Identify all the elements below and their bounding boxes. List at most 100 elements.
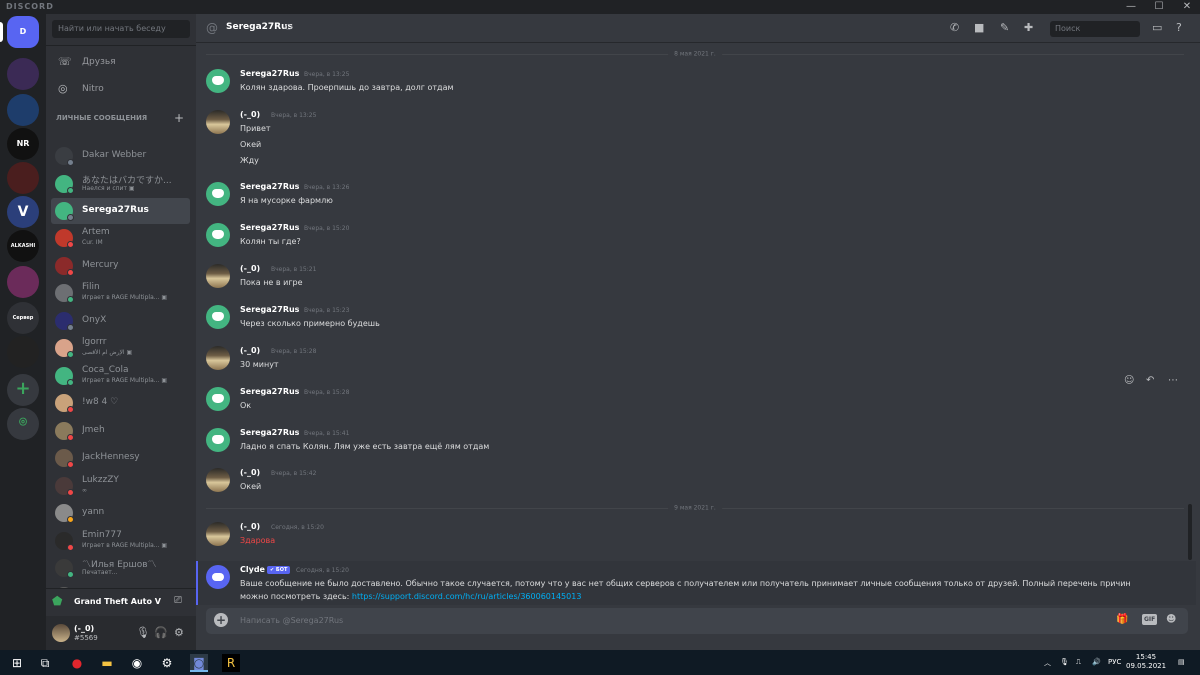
microphone-tray-icon[interactable]: 🎙: [1060, 658, 1069, 666]
more-icon[interactable]: ⋯: [1168, 375, 1178, 386]
add-server-button[interactable]: +: [7, 374, 39, 406]
dm-item[interactable]: yann: [51, 500, 190, 526]
support-link[interactable]: https://support.discord.com/hc/ru/articl…: [352, 592, 582, 601]
voice-call-icon[interactable]: ✆: [950, 21, 959, 34]
gif-button[interactable]: GIF: [1142, 614, 1158, 625]
message-text: можно посмотреть здесь: https://support.…: [240, 592, 582, 601]
help-icon[interactable]: ?: [1176, 21, 1182, 34]
add-reaction-icon[interactable]: ☺: [1124, 375, 1134, 386]
add-friend-icon[interactable]: ✚: [1024, 21, 1033, 34]
server-icon[interactable]: NR: [7, 128, 39, 160]
server-icon[interactable]: [7, 162, 39, 194]
dm-item[interactable]: !w8 4 ♡: [51, 390, 190, 416]
settings-icon[interactable]: ⚙: [158, 654, 176, 672]
rage-mp-icon[interactable]: R: [222, 654, 240, 672]
dm-item[interactable]: Dakar Webber: [51, 143, 190, 169]
dm-item[interactable]: Jmeh: [51, 418, 190, 444]
avatar[interactable]: [206, 182, 230, 206]
emoji-icon[interactable]: ☻: [1166, 614, 1176, 625]
nitro-nav[interactable]: ◎ Nitro: [54, 78, 190, 100]
server-icon[interactable]: ALKASHI: [7, 230, 39, 262]
home-button[interactable]: D: [7, 16, 39, 48]
reply-icon[interactable]: ↶: [1146, 375, 1154, 386]
status-indicator: [67, 571, 74, 578]
explore-servers-button[interactable]: ⌾: [7, 408, 39, 440]
avatar[interactable]: [206, 387, 230, 411]
dm-item[interactable]: Filin Играет в RAGE Multipla... ▣: [51, 280, 190, 306]
headphones-icon[interactable]: 🎧: [154, 626, 168, 639]
dm-item[interactable]: 〽Илья Ершов〽 Печатает...: [51, 555, 190, 581]
dm-activity: الإرض ام الأقصى ▣: [82, 349, 133, 356]
language-indicator[interactable]: РУС: [1108, 658, 1121, 666]
settings-gear-icon[interactable]: ⚙: [174, 626, 184, 639]
friends-nav[interactable]: ☏ Друзья: [54, 51, 190, 73]
message-author[interactable]: Serega27Rus: [240, 182, 299, 191]
tray-chevron-icon[interactable]: ︿: [1044, 658, 1051, 668]
avatar[interactable]: [206, 346, 230, 370]
opera-icon[interactable]: ●: [68, 654, 86, 672]
dm-item[interactable]: Artem Cur. IM: [51, 225, 190, 251]
minimize-button[interactable]: —: [1118, 0, 1144, 14]
scrollbar[interactable]: [1188, 504, 1192, 560]
message-author[interactable]: (-_0): [240, 522, 260, 531]
network-icon[interactable]: ⎍: [1076, 658, 1081, 667]
dm-activity: Играет в RAGE Multipla... ▣: [82, 294, 168, 301]
message-author[interactable]: Serega27Rus: [240, 223, 299, 232]
find-conversation-input[interactable]: Найти или начать беседу: [52, 20, 190, 38]
microphone-icon[interactable]: 🎙: [136, 626, 150, 639]
server-icon[interactable]: V: [7, 196, 39, 228]
server-icon[interactable]: [7, 58, 39, 90]
message-input[interactable]: Написать @Serega27Rus: [240, 616, 343, 625]
avatar[interactable]: [206, 522, 230, 546]
message-author[interactable]: Serega27Rus: [240, 428, 299, 437]
message-author[interactable]: Clyde: [240, 565, 265, 574]
avatar[interactable]: [206, 565, 230, 589]
discord-taskbar-icon[interactable]: ◙: [190, 654, 208, 672]
message-author[interactable]: Serega27Rus: [240, 387, 299, 396]
message-author[interactable]: Serega27Rus: [240, 69, 299, 78]
inbox-icon[interactable]: ▭: [1152, 21, 1162, 34]
pin-icon[interactable]: ✎: [1000, 21, 1009, 34]
dm-item[interactable]: JackHennesy: [51, 445, 190, 471]
task-view-icon[interactable]: ⧉: [36, 654, 54, 672]
dm-item[interactable]: OnyX: [51, 308, 190, 334]
message-author[interactable]: (-_0): [240, 346, 260, 355]
dm-item[interactable]: Serega27Rus: [51, 198, 190, 224]
avatar[interactable]: [206, 69, 230, 93]
notifications-icon[interactable]: ▤: [1178, 658, 1185, 666]
server-icon[interactable]: Сервер: [7, 302, 39, 334]
dm-item[interactable]: Mercury: [51, 253, 190, 279]
search-input[interactable]: Поиск: [1050, 21, 1140, 37]
avatar[interactable]: [206, 428, 230, 452]
dm-item[interactable]: Coca_Cola Играет в RAGE Multipla... ▣: [51, 363, 190, 389]
message-author[interactable]: (-_0): [240, 468, 260, 477]
upload-plus-icon[interactable]: +: [214, 613, 228, 627]
message-author[interactable]: (-_0): [240, 264, 260, 273]
gift-icon[interactable]: 🎁: [1116, 614, 1128, 625]
avatar[interactable]: [206, 223, 230, 247]
server-icon[interactable]: [7, 336, 39, 368]
avatar[interactable]: [206, 468, 230, 492]
dm-item[interactable]: あなたはバカですか... Наелся и спит ▣: [51, 171, 190, 197]
windows-start-icon[interactable]: ⊞: [8, 654, 26, 672]
avatar[interactable]: [206, 264, 230, 288]
close-button[interactable]: ✕: [1174, 0, 1200, 14]
server-icon[interactable]: [7, 266, 39, 298]
message-author[interactable]: Serega27Rus: [240, 305, 299, 314]
maximize-button[interactable]: ☐: [1146, 0, 1172, 14]
avatar[interactable]: [206, 110, 230, 134]
avatar[interactable]: [206, 305, 230, 329]
message-author[interactable]: (-_0): [240, 110, 260, 119]
video-call-icon[interactable]: ■: [974, 21, 984, 34]
server-icon[interactable]: [7, 94, 39, 126]
volume-icon[interactable]: 🔊: [1092, 658, 1101, 666]
create-dm-button[interactable]: +: [174, 111, 184, 125]
dm-item[interactable]: lgorrr الإرض ام الأقصى ▣: [51, 335, 190, 361]
file-explorer-icon[interactable]: ▬: [98, 654, 116, 672]
dm-item[interactable]: Emin777 Играет в RAGE Multipla... ▣: [51, 528, 190, 554]
avatar[interactable]: [52, 624, 70, 642]
stream-icon[interactable]: ⎚: [174, 595, 182, 606]
steam-icon[interactable]: ◉: [128, 654, 146, 672]
clock[interactable]: 15:45 09.05.2021: [1126, 653, 1166, 671]
dm-item[interactable]: LukzzZY ∞: [51, 473, 190, 499]
